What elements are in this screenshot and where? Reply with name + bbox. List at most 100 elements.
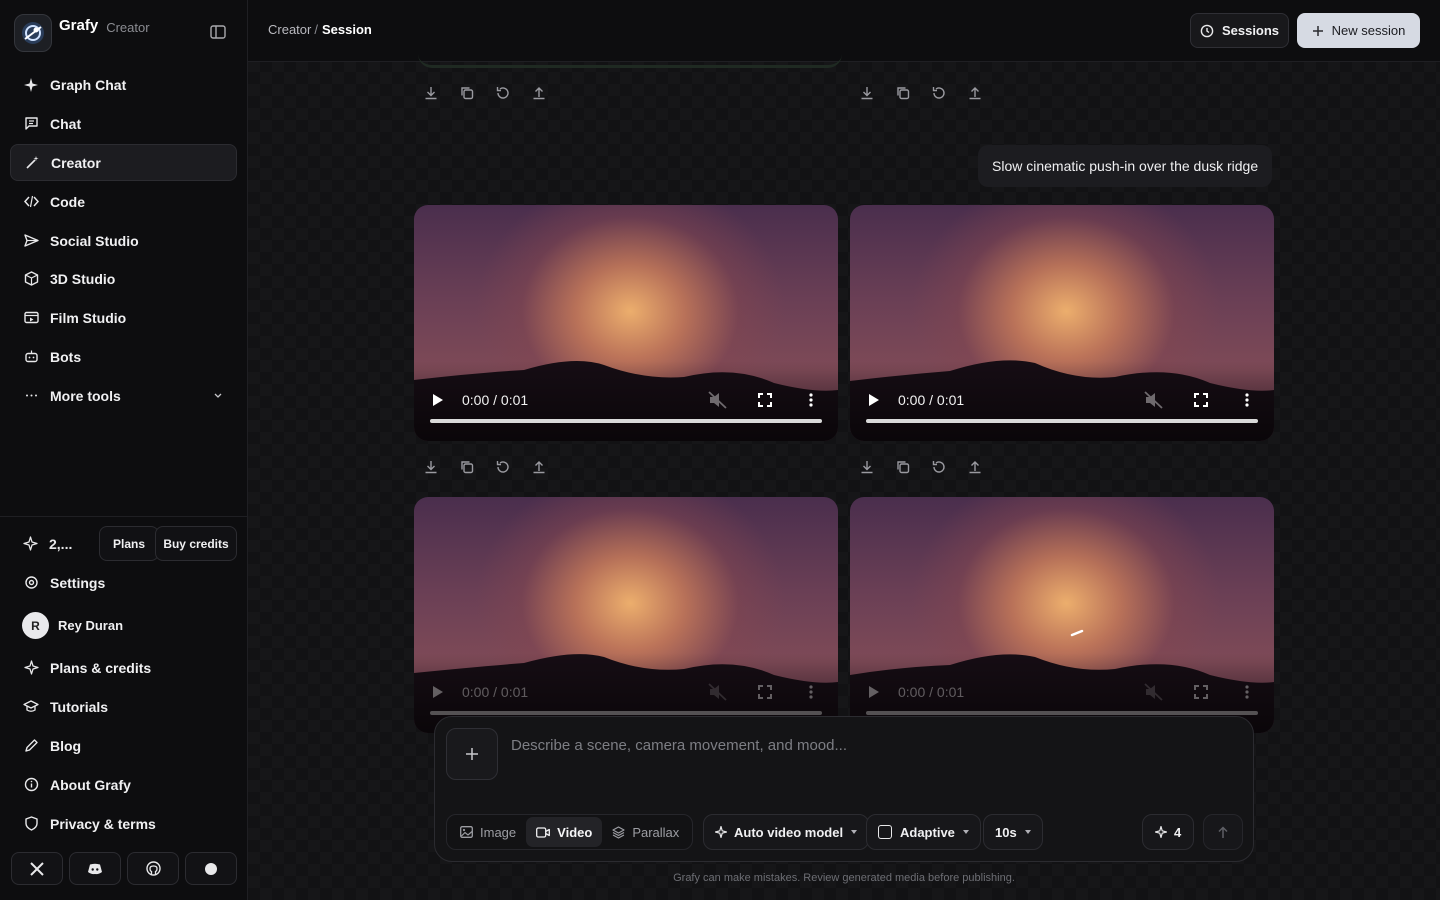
model-select[interactable]: Auto video model: [703, 814, 870, 850]
sidebar-item-blog[interactable]: Blog: [10, 727, 237, 764]
more-vertical-icon[interactable]: [1245, 685, 1249, 699]
muted-icon[interactable]: [1144, 683, 1164, 701]
regenerate-icon[interactable]: [495, 85, 511, 101]
breadcrumb-parent[interactable]: Creator: [268, 22, 311, 37]
play-icon[interactable]: [432, 393, 444, 407]
copy-icon[interactable]: [459, 85, 475, 101]
more-vertical-icon[interactable]: [1245, 393, 1249, 407]
caret-down-icon: [962, 830, 969, 834]
play-icon[interactable]: [432, 685, 444, 699]
mode-image[interactable]: Image: [450, 817, 526, 847]
credits-balance: 2,...: [49, 535, 73, 552]
sidebar-item-chat[interactable]: Chat: [10, 105, 237, 142]
sidebar-item-3d-studio[interactable]: 3D Studio: [10, 260, 237, 297]
sidebar-item-bots[interactable]: Bots: [10, 338, 237, 375]
sidebar-item-label: Blog: [50, 737, 82, 754]
video-progress-bar[interactable]: [430, 419, 822, 423]
attach-button[interactable]: [446, 728, 498, 780]
magic-wand-icon: [24, 155, 40, 171]
download-icon[interactable]: [859, 459, 875, 475]
sidebar-item-graph-chat[interactable]: Graph Chat: [10, 66, 237, 103]
duration-select[interactable]: 10s: [983, 814, 1043, 850]
sidebar-item-plans-credits[interactable]: Plans & credits: [10, 649, 237, 686]
brand[interactable]: Grafy Creator: [14, 14, 150, 52]
plus-icon: [1312, 25, 1332, 37]
breadcrumb-separator: /: [314, 22, 318, 37]
play-icon[interactable]: [868, 685, 880, 699]
sparkle-icon: [1155, 826, 1174, 838]
more-vertical-icon[interactable]: [809, 393, 813, 407]
circle-icon[interactable]: [185, 852, 237, 885]
muted-icon[interactable]: [1144, 391, 1164, 409]
download-icon[interactable]: [859, 85, 875, 101]
user-profile[interactable]: R Rey Duran: [22, 612, 123, 639]
copy-icon[interactable]: [459, 459, 475, 475]
sidebar-item-more-tools[interactable]: More tools: [10, 377, 237, 414]
sidebar-item-privacy[interactable]: Privacy & terms: [10, 805, 237, 842]
video-controls: 0:00 / 0:01: [850, 385, 1274, 415]
shield-icon: [23, 816, 39, 832]
send-button[interactable]: [1203, 814, 1243, 850]
sidebar-toggle-icon[interactable]: [210, 25, 228, 41]
discord-icon[interactable]: [69, 852, 121, 885]
regenerate-icon[interactable]: [931, 85, 947, 101]
sidebar-item-about[interactable]: About Grafy: [10, 766, 237, 803]
prompt-input[interactable]: [511, 737, 1211, 754]
video-progress-bar[interactable]: [866, 419, 1258, 423]
video-player[interactable]: 0:00 / 0:01: [414, 205, 838, 441]
count-label: 4: [1174, 824, 1182, 840]
previous-video-card: [418, 44, 842, 68]
sidebar-item-label: Settings: [50, 574, 106, 591]
fullscreen-icon[interactable]: [758, 685, 772, 699]
caret-down-icon: [851, 830, 858, 834]
regenerate-icon[interactable]: [495, 459, 511, 475]
play-icon[interactable]: [868, 393, 880, 407]
sessions-button[interactable]: Sessions: [1190, 13, 1289, 48]
fullscreen-icon[interactable]: [1194, 685, 1208, 699]
sidebar-item-settings[interactable]: Settings: [10, 564, 237, 601]
copy-icon[interactable]: [895, 85, 911, 101]
sparkle-icon: [715, 826, 734, 838]
mode-video[interactable]: Video: [526, 817, 603, 847]
regenerate-icon[interactable]: [931, 459, 947, 475]
video-progress-bar[interactable]: [866, 711, 1258, 715]
video-player[interactable]: 0:00 / 0:01: [850, 205, 1274, 441]
download-icon[interactable]: [423, 459, 439, 475]
share-icon[interactable]: [531, 85, 547, 101]
x-icon[interactable]: [11, 852, 63, 885]
aspect-select[interactable]: Adaptive: [866, 814, 981, 850]
share-icon[interactable]: [967, 459, 983, 475]
share-icon[interactable]: [531, 459, 547, 475]
fullscreen-icon[interactable]: [1194, 393, 1208, 407]
share-icon[interactable]: [967, 85, 983, 101]
plans-button[interactable]: Plans: [99, 526, 159, 561]
output-count[interactable]: 4: [1142, 814, 1194, 850]
new-session-button[interactable]: New session: [1297, 13, 1420, 48]
sidebar-item-code[interactable]: Code: [10, 183, 237, 220]
mode-parallax[interactable]: Parallax: [602, 817, 689, 847]
media-actions: [423, 85, 547, 101]
video-progress-bar[interactable]: [430, 711, 822, 715]
video-controls: 0:00 / 0:01: [850, 677, 1274, 707]
sidebar-item-tutorials[interactable]: Tutorials: [10, 688, 237, 725]
sparkle-icon: [23, 77, 39, 93]
buy-credits-button[interactable]: Buy credits: [155, 526, 237, 561]
download-icon[interactable]: [423, 85, 439, 101]
muted-icon[interactable]: [708, 683, 728, 701]
video-player[interactable]: 0:00 / 0:01: [414, 497, 838, 733]
video-player[interactable]: 0:00 / 0:01: [850, 497, 1274, 733]
film-icon: [23, 310, 39, 326]
sidebar-item-social-studio[interactable]: Social Studio: [10, 222, 237, 259]
fullscreen-icon[interactable]: [758, 393, 772, 407]
sidebar-item-film-studio[interactable]: Film Studio: [10, 299, 237, 336]
mode-label: Image: [480, 824, 517, 840]
more-vertical-icon[interactable]: [809, 685, 813, 699]
user-prompt-text: Slow cinematic push-in over the dusk rid…: [992, 158, 1259, 174]
sidebar-item-label: Film Studio: [50, 309, 127, 326]
sidebar-item-creator[interactable]: Creator: [10, 144, 237, 181]
github-icon[interactable]: [127, 852, 179, 885]
gear-icon: [23, 575, 39, 591]
copy-icon[interactable]: [895, 459, 911, 475]
muted-icon[interactable]: [708, 391, 728, 409]
main-panel: Creator / Session Sessions New session Slo…: [248, 0, 1440, 900]
